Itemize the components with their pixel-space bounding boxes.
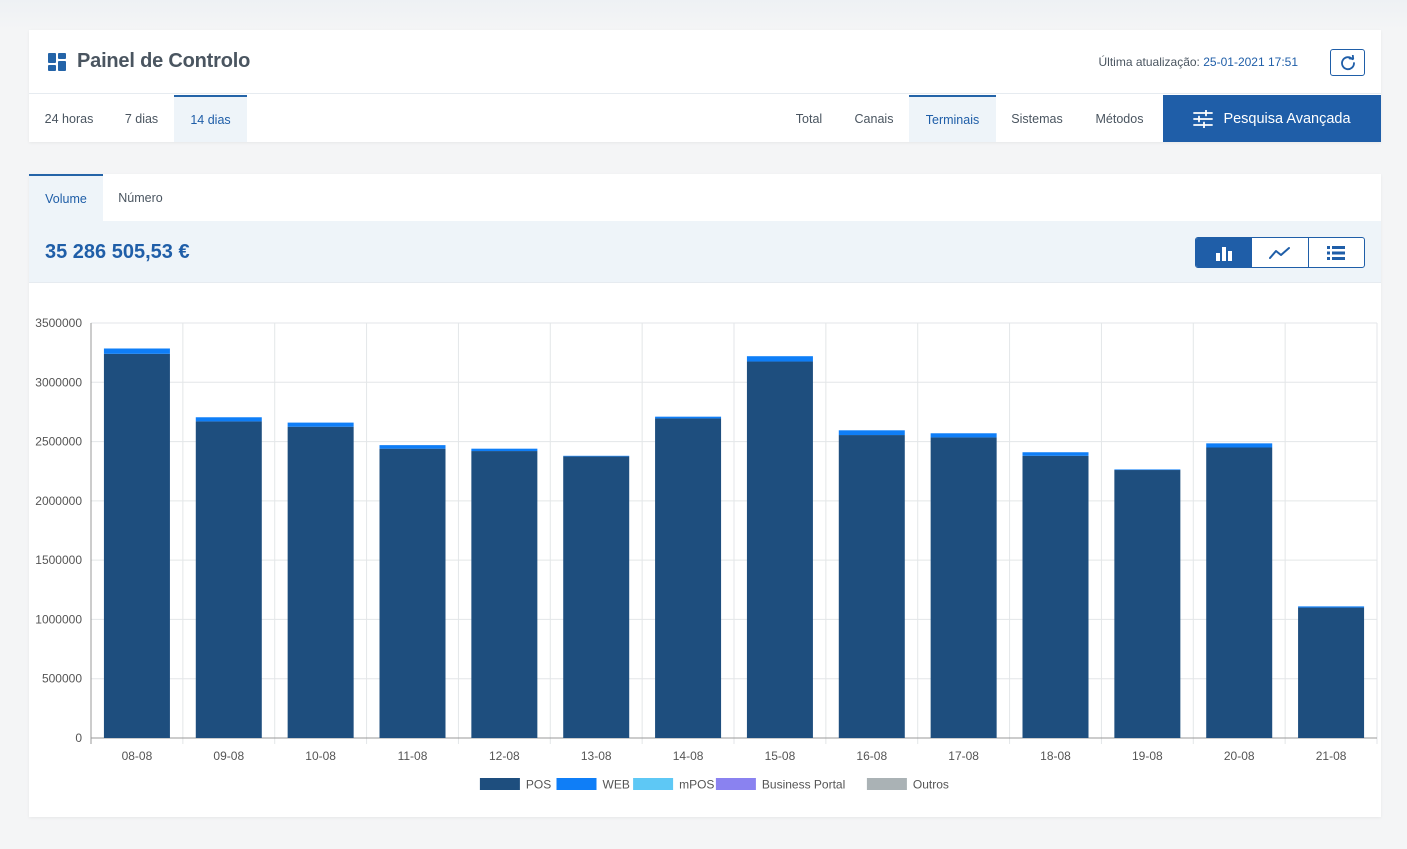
bar-web[interactable]	[1206, 443, 1273, 448]
bar-pos[interactable]	[1206, 447, 1273, 739]
last-update-value: 25-01-2021 17:51	[1203, 55, 1298, 69]
header-card: Painel de Controlo Última atualização: 2…	[29, 30, 1381, 142]
x-tick-label: 12-08	[489, 749, 520, 763]
x-tick-label: 08-08	[122, 749, 153, 763]
x-tick-label: 11-08	[398, 749, 428, 763]
x-tick-label: 09-08	[213, 749, 244, 763]
period-tab-14d[interactable]: 14 dias	[174, 95, 247, 142]
y-tick-label: 3000000	[35, 375, 82, 389]
bar-web[interactable]	[379, 445, 446, 449]
bar-pos[interactable]	[655, 418, 722, 738]
tab-canais[interactable]: Canais	[839, 95, 909, 142]
bar-pos[interactable]	[471, 451, 538, 738]
x-tick-label: 13-08	[581, 749, 612, 763]
legend-label[interactable]: mPOS	[679, 778, 714, 792]
y-tick-label: 2000000	[35, 494, 82, 508]
bar-pos[interactable]	[195, 421, 262, 738]
bar-web[interactable]	[103, 348, 170, 354]
bar-pos[interactable]	[287, 426, 354, 738]
legend-swatch[interactable]	[633, 778, 674, 790]
refresh-button[interactable]	[1330, 49, 1365, 76]
legend-label[interactable]: WEB	[603, 778, 630, 792]
last-update-label: Última atualização:	[1098, 55, 1200, 69]
bar-pos[interactable]	[1114, 470, 1181, 738]
bar-pos[interactable]	[1298, 607, 1365, 738]
tabs-row: 24 horas 7 dias 14 dias Total Canais Ter…	[29, 95, 1381, 142]
bar-web[interactable]	[563, 455, 630, 457]
x-tick-label: 14-08	[673, 749, 704, 763]
legend-swatch[interactable]	[866, 778, 907, 790]
chart-card: Volume Número 35 286 505,53 € 0 500000 1…	[29, 174, 1381, 817]
legend-swatch[interactable]	[556, 778, 597, 790]
bar-pos[interactable]	[103, 353, 170, 738]
bar-web[interactable]	[471, 448, 538, 452]
bar-web[interactable]	[1298, 606, 1365, 608]
bar-web[interactable]	[746, 356, 813, 362]
sliders-icon	[1193, 109, 1214, 128]
y-tick-label: 0	[75, 731, 82, 745]
bar-pos[interactable]	[746, 361, 813, 738]
bar-web[interactable]	[195, 417, 262, 422]
x-tick-label: 18-08	[1040, 749, 1071, 763]
y-tick-label: 2500000	[35, 435, 82, 449]
legend-label[interactable]: POS	[526, 778, 551, 792]
tab-metodos[interactable]: Métodos	[1078, 95, 1161, 142]
legend-swatch[interactable]	[479, 778, 520, 790]
x-tick-label: 21-08	[1316, 749, 1347, 763]
stacked-bar-chart: 0 500000 1000000 1500000 2000000 2500000 30000…	[35, 316, 1378, 792]
legend-swatch[interactable]	[715, 778, 756, 790]
tab-terminais[interactable]: Terminais	[909, 95, 996, 142]
tab-sistemas[interactable]: Sistemas	[996, 95, 1078, 142]
bar-web[interactable]	[655, 416, 722, 419]
bar-pos[interactable]	[838, 435, 905, 738]
bar-pos[interactable]	[379, 448, 446, 738]
x-tick-label: 17-08	[948, 749, 979, 763]
y-tick-label: 1000000	[35, 612, 82, 626]
bar-pos[interactable]	[930, 437, 997, 738]
tab-total[interactable]: Total	[779, 95, 839, 142]
bar-web[interactable]	[838, 430, 905, 436]
page-title: Painel de Controlo	[77, 50, 251, 72]
bar-web[interactable]	[287, 422, 354, 427]
y-tick-label: 1500000	[35, 553, 82, 567]
refresh-icon	[1340, 54, 1355, 70]
period-tab-7d[interactable]: 7 dias	[109, 95, 174, 142]
x-tick-label: 10-08	[305, 749, 336, 763]
x-tick-label: 15-08	[765, 749, 796, 763]
title-row: Painel de Controlo Última atualização: 2…	[29, 30, 1381, 94]
x-tick-label: 19-08	[1132, 749, 1163, 763]
bar-web[interactable]	[930, 433, 997, 438]
bar-pos[interactable]	[563, 456, 630, 738]
dashboard-grid-icon	[48, 53, 66, 71]
advanced-search-button[interactable]: Pesquisa Avançada	[1163, 95, 1381, 142]
legend-label[interactable]: Outros	[913, 778, 949, 792]
legend-label[interactable]: Business Portal	[762, 778, 845, 792]
bar-web[interactable]	[1022, 452, 1089, 456]
y-tick-label: 3500000	[35, 316, 82, 330]
bar-pos[interactable]	[1022, 455, 1089, 738]
period-tab-24h[interactable]: 24 horas	[29, 95, 109, 142]
top-strip	[0, 0, 1407, 30]
last-update: Última atualização: 25-01-2021 17:51	[1099, 55, 1298, 69]
advanced-search-label: Pesquisa Avançada	[1223, 110, 1351, 127]
x-tick-label: 16-08	[856, 749, 887, 763]
bar-web[interactable]	[1114, 469, 1181, 471]
x-tick-label: 20-08	[1224, 749, 1255, 763]
y-tick-label: 500000	[42, 672, 82, 686]
